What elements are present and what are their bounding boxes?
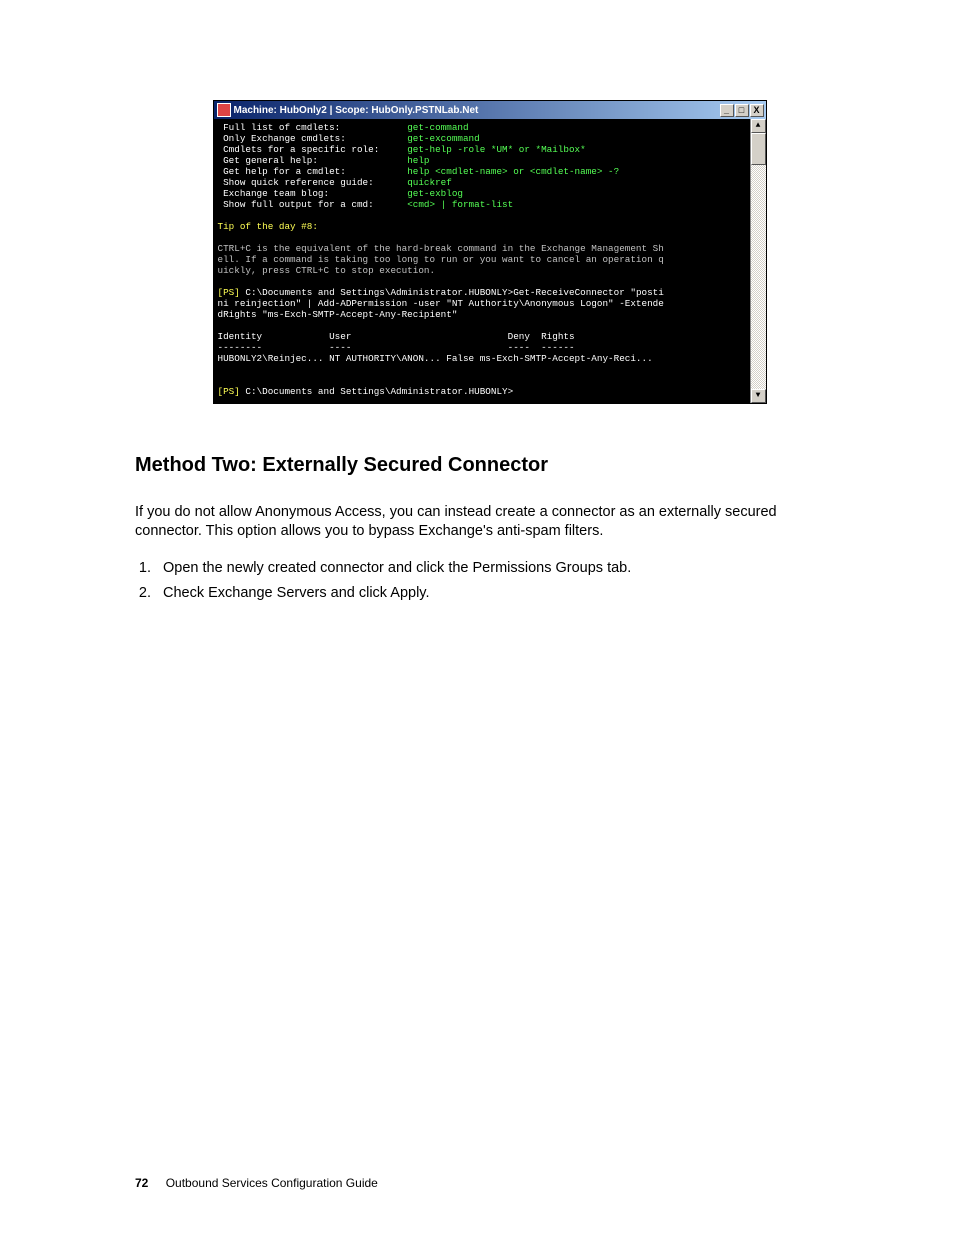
app-icon (217, 103, 231, 117)
steps-list: Open the newly created connector and cli… (135, 559, 844, 603)
step-item: Check Exchange Servers and click Apply. (155, 584, 844, 603)
scroll-thumb[interactable] (751, 133, 766, 165)
scroll-track[interactable] (751, 133, 766, 389)
close-button[interactable]: X (750, 104, 764, 117)
document-page: Machine: HubOnly2 | Scope: HubOnly.PSTNL… (0, 0, 954, 1235)
scroll-down-button[interactable]: ▼ (751, 389, 766, 403)
page-number: 72 (135, 1176, 148, 1190)
console-window: Machine: HubOnly2 | Scope: HubOnly.PSTNL… (213, 100, 767, 404)
intro-paragraph: If you do not allow Anonymous Access, yo… (135, 503, 844, 541)
footer-title: Outbound Services Configuration Guide (166, 1176, 378, 1190)
maximize-button[interactable]: □ (735, 104, 749, 117)
titlebar: Machine: HubOnly2 | Scope: HubOnly.PSTNL… (214, 101, 766, 119)
scroll-up-button[interactable]: ▲ (751, 119, 766, 133)
window-controls: _ □ X (720, 104, 764, 117)
page-footer: 72 Outbound Services Configuration Guide (135, 1176, 378, 1190)
window-title: Machine: HubOnly2 | Scope: HubOnly.PSTNL… (234, 105, 720, 116)
scrollbar[interactable]: ▲ ▼ (750, 119, 766, 403)
step-item: Open the newly created connector and cli… (155, 559, 844, 578)
console-body-wrap: Full list of cmdlets: get-command Only E… (214, 119, 766, 403)
section-heading: Method Two: Externally Secured Connector (135, 454, 844, 477)
console-output: Full list of cmdlets: get-command Only E… (214, 119, 750, 403)
minimize-button[interactable]: _ (720, 104, 734, 117)
